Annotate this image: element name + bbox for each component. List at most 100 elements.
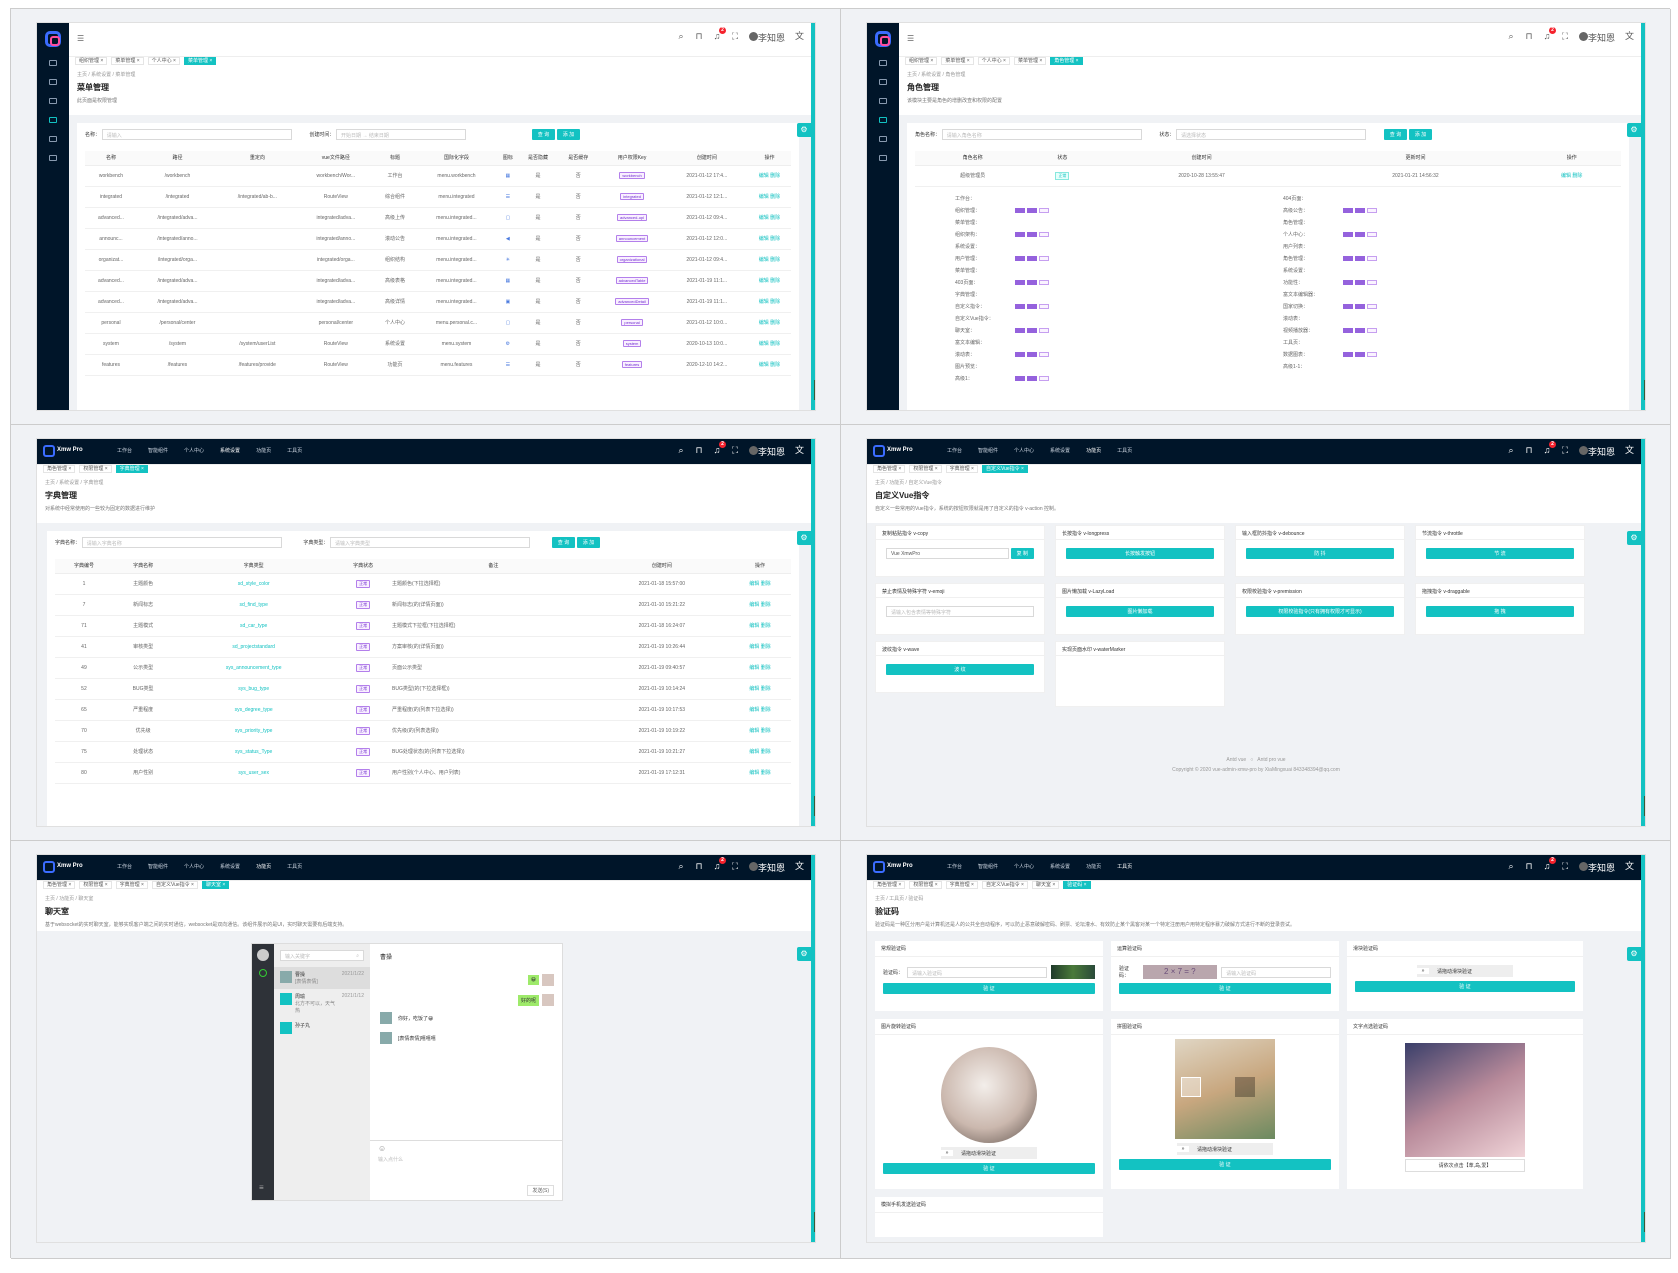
sidebar-item-tools[interactable] — [49, 155, 57, 161]
menu-fold-icon[interactable]: ☰ — [77, 34, 84, 43]
permission-tag[interactable] — [1015, 255, 1025, 261]
edit-link[interactable]: 编辑 — [749, 770, 759, 776]
sidebar-item-personal[interactable] — [879, 98, 887, 104]
add-button[interactable]: 添 加 — [1408, 129, 1433, 141]
permission-tag[interactable] — [1367, 255, 1377, 261]
sidebar-item-features[interactable] — [879, 136, 887, 142]
nav-item-active[interactable]: 系统设置 — [220, 447, 240, 454]
permission-tag[interactable] — [1343, 231, 1353, 237]
settings-icon[interactable]: ⚙ — [1627, 531, 1641, 545]
sidebar-item-integrated[interactable] — [49, 79, 57, 85]
permission-tag[interactable] — [1355, 303, 1365, 309]
tab-item[interactable]: 角色管理 × — [43, 881, 76, 889]
permission-tag[interactable] — [1039, 255, 1049, 261]
captcha-input[interactable]: 请输入验证码 — [1221, 966, 1331, 978]
emoji-input[interactable]: 请输入包含表情等特殊字符 — [886, 606, 1034, 617]
permission-tag[interactable] — [1027, 351, 1037, 357]
fullscreen-icon[interactable]: ⛶ — [731, 862, 739, 871]
edit-link[interactable]: 编辑 — [759, 320, 769, 326]
permission-tag[interactable] — [1027, 303, 1037, 309]
nav-item[interactable]: 个人中心 — [184, 863, 204, 870]
lock-icon[interactable]: ⊓ — [695, 32, 703, 41]
dict-type-link[interactable]: sd_projectstandard — [232, 644, 275, 650]
permission-tag[interactable] — [1027, 279, 1037, 285]
nav-item-active[interactable]: 功能页 — [1086, 447, 1101, 454]
language-icon[interactable]: 文 — [1625, 32, 1634, 41]
captcha-input[interactable]: 请输入验证码 — [907, 966, 1047, 978]
copy-input[interactable]: Vue XmwPro — [886, 548, 1009, 559]
search-icon[interactable]: ⌕ — [1507, 32, 1515, 41]
verify-button[interactable]: 验 证 — [1119, 1159, 1331, 1170]
slider-track[interactable]: » 请拖动滑块验证 — [1417, 965, 1513, 977]
text-click-image[interactable] — [1405, 1043, 1525, 1157]
contact-item[interactable]: 曹操 [表情表情] 2021/1/22 — [274, 967, 370, 989]
language-icon[interactable]: 文 — [795, 446, 804, 455]
directive-button[interactable]: 拖 拽 — [1426, 606, 1574, 617]
nav-item[interactable]: 功能页 — [1086, 863, 1101, 870]
nav-item[interactable]: 智能组件 — [978, 447, 998, 454]
footer-link[interactable]: Antd pro vue — [1257, 757, 1285, 763]
nav-item-active[interactable]: 功能页 — [256, 863, 271, 870]
settings-icon[interactable]: ⚙ — [797, 123, 811, 137]
sidebar-item-workbench[interactable] — [49, 60, 57, 66]
directive-button[interactable]: 权限校验指令(只有拥有权限才可显示) — [1246, 606, 1394, 617]
language-icon[interactable]: 文 — [795, 32, 804, 41]
nav-item[interactable]: 工具页 — [287, 863, 302, 870]
permission-tag[interactable] — [1367, 303, 1377, 309]
message-input[interactable]: 输入点什么 — [370, 1156, 562, 1163]
fullscreen-icon[interactable]: ⛶ — [1561, 862, 1569, 871]
tab-item[interactable]: 角色管理 × — [873, 881, 906, 889]
delete-link[interactable]: 删除 — [769, 257, 780, 263]
bell-icon[interactable]: ♫ 2 — [713, 441, 726, 455]
role-name-input[interactable]: 请输入角色名称 — [941, 129, 1142, 140]
delete-link[interactable]: 删除 — [759, 644, 771, 650]
permission-tag[interactable] — [1367, 351, 1377, 357]
tab-item[interactable]: 菜单管理 × — [1013, 57, 1047, 65]
permission-tag[interactable] — [1039, 375, 1049, 381]
nav-item[interactable]: 个人中心 — [1014, 447, 1034, 454]
settings-icon[interactable]: ⚙ — [797, 947, 811, 961]
permission-tag[interactable] — [1039, 327, 1049, 333]
lock-icon[interactable]: ⊓ — [1525, 32, 1533, 41]
fullscreen-icon[interactable]: ⛶ — [731, 32, 739, 41]
edit-link[interactable]: 编辑 — [759, 362, 769, 368]
sidebar-item-system[interactable] — [49, 117, 57, 123]
date-range-input[interactable]: 开始日期 → 结束日期 — [336, 129, 467, 140]
permission-tag[interactable] — [1343, 303, 1353, 309]
language-icon[interactable]: 文 — [795, 862, 804, 871]
tab-item-active[interactable]: 字典管理 × — [115, 465, 148, 473]
sidebar-item-features[interactable] — [49, 136, 57, 142]
footer-link[interactable]: Antd vue — [1226, 757, 1246, 763]
dict-type-link[interactable]: sd_style_color — [238, 581, 270, 587]
tab-item-active[interactable]: 聊天室 × — [201, 881, 230, 889]
permission-tag[interactable] — [1027, 231, 1037, 237]
slider-track[interactable]: » 请拖动滑块验证 — [941, 1147, 1037, 1159]
sidebar-item-workbench[interactable] — [879, 60, 887, 66]
tab-item[interactable]: 个人中心 × — [977, 57, 1010, 65]
user-menu[interactable]: 李知恩 — [1578, 862, 1615, 873]
contact-search-input[interactable]: 输入关键字 ⌕ — [280, 950, 364, 961]
delete-link[interactable]: 删除 — [769, 278, 780, 284]
delete-link[interactable]: 删除 — [759, 602, 771, 608]
user-menu[interactable]: 李知恩 — [748, 446, 785, 457]
nav-item[interactable]: 功能页 — [256, 447, 271, 454]
dict-type-link[interactable]: sys_status_Type — [235, 749, 272, 755]
bell-icon[interactable]: ♫ 2 — [713, 857, 726, 871]
tab-item[interactable]: 个人中心 × — [147, 57, 180, 65]
delete-link[interactable]: 删除 — [1571, 173, 1582, 179]
delete-link[interactable]: 删除 — [759, 707, 771, 713]
bell-icon[interactable]: ♫ 2 — [1543, 27, 1556, 41]
delete-link[interactable]: 删除 — [769, 194, 780, 200]
permission-tag[interactable] — [1027, 207, 1037, 213]
permission-tag[interactable] — [1343, 327, 1353, 333]
tab-item[interactable]: 自定义Vue指令 × — [151, 881, 198, 889]
permission-tag[interactable] — [1343, 351, 1353, 357]
edit-link[interactable]: 编辑 — [749, 581, 759, 587]
fullscreen-icon[interactable]: ⛶ — [731, 446, 739, 455]
permission-tag[interactable] — [1367, 207, 1377, 213]
search-icon[interactable]: ⌕ — [1507, 446, 1515, 455]
permission-tag[interactable] — [1355, 207, 1365, 213]
edit-link[interactable]: 编辑 — [749, 665, 759, 671]
verify-button[interactable]: 验 证 — [883, 1163, 1095, 1174]
tab-item[interactable]: 权限管理 × — [909, 881, 942, 889]
